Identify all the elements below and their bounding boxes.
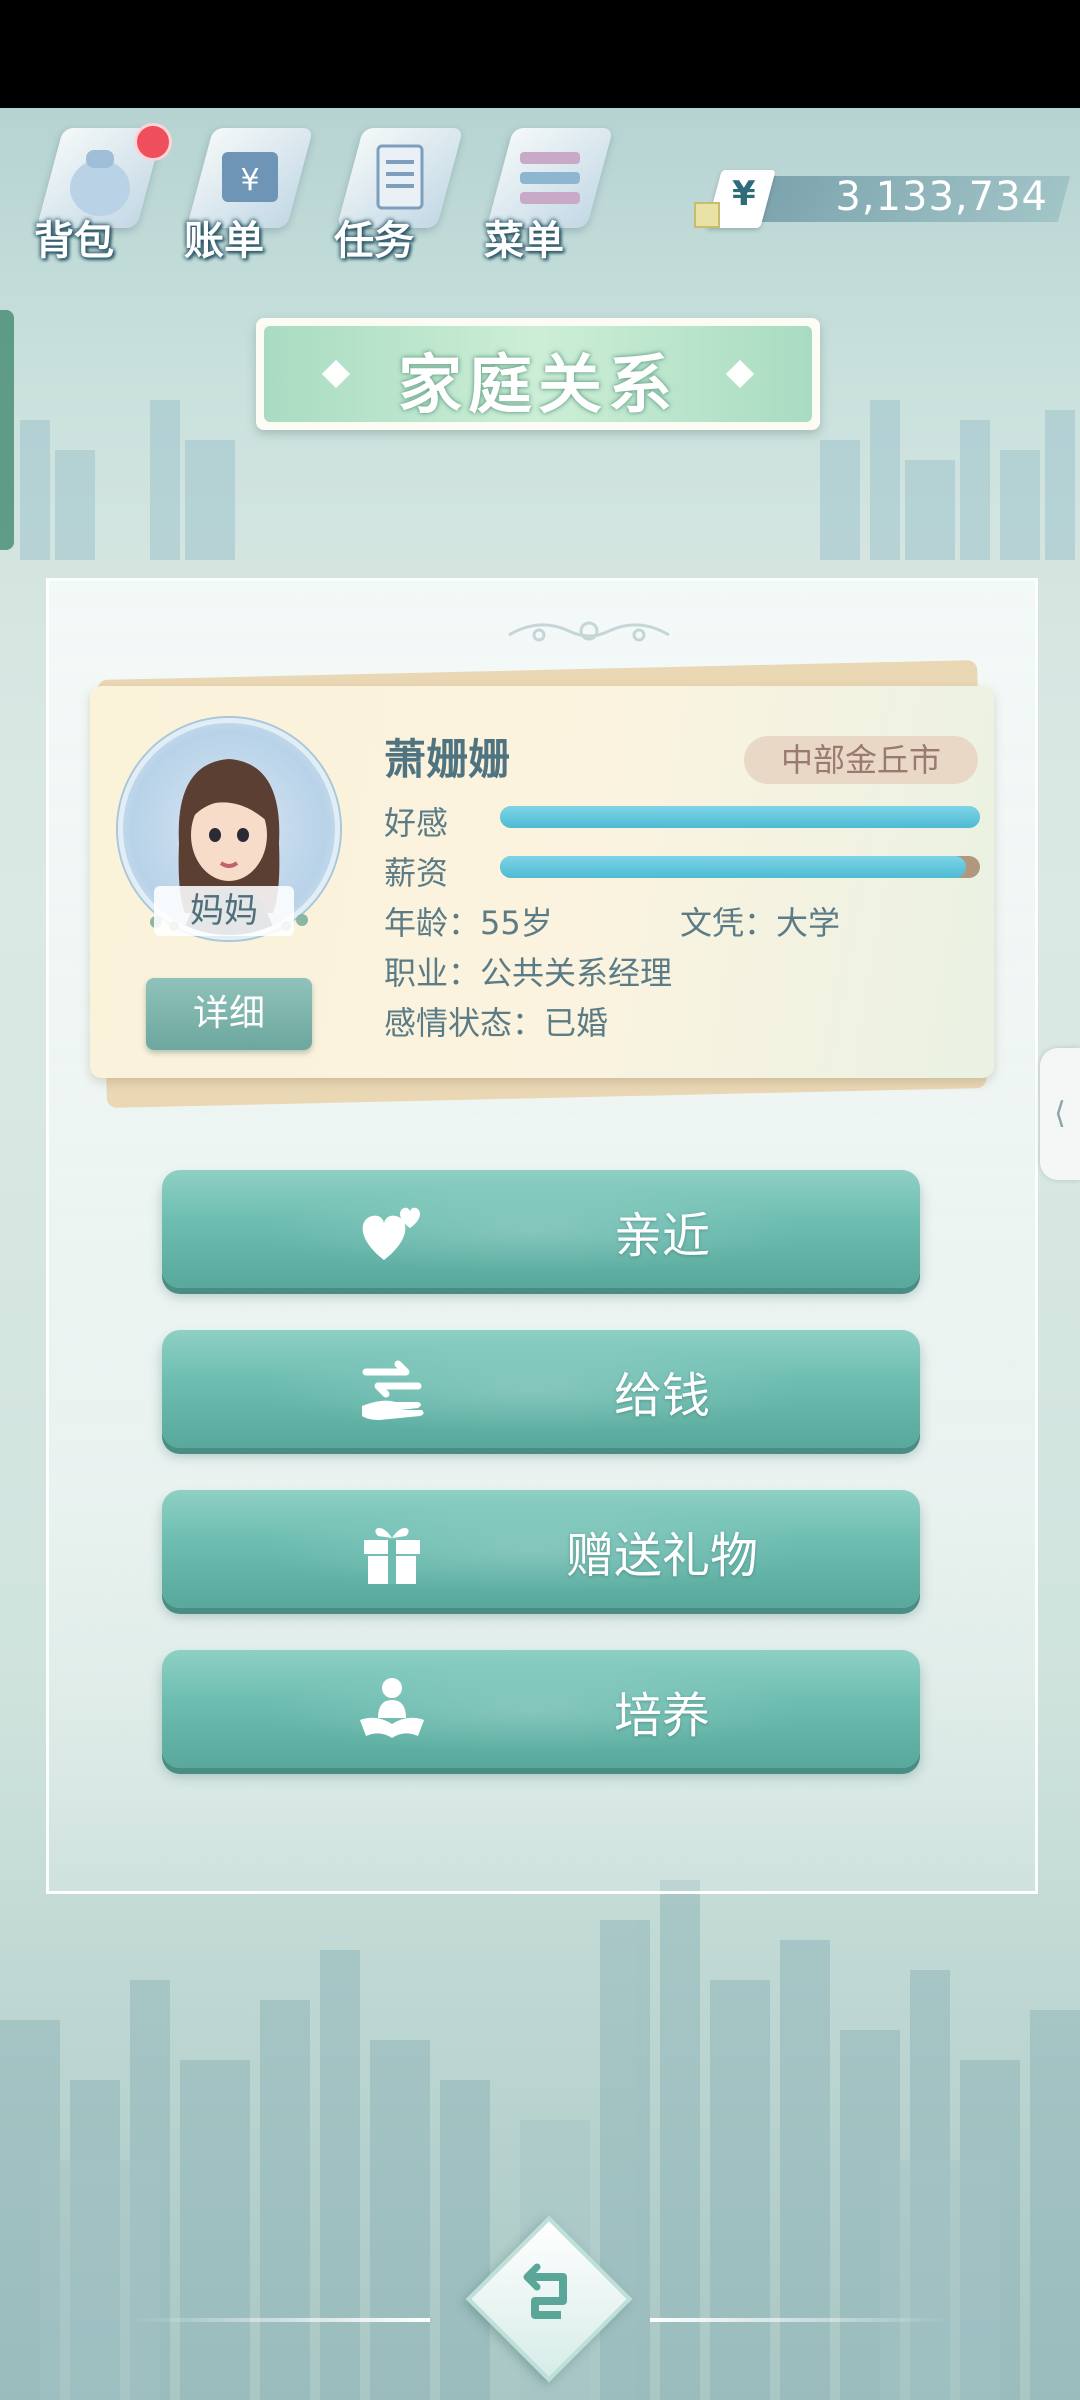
education-text: 文凭：大学 (680, 904, 841, 942)
relationship-status-text: 感情状态：已婚 (384, 1004, 609, 1042)
left-edge-tab[interactable] (0, 310, 14, 550)
send-gift-label: 赠送礼物 (565, 1528, 758, 1584)
nurture-button[interactable]: 培养 (162, 1650, 920, 1768)
role-label: 妈妈 (154, 886, 294, 936)
region-badge: 中部金丘市 (744, 736, 978, 784)
bill-label: 账单 (184, 218, 264, 264)
send-gift-button[interactable]: 赠送礼物 (162, 1490, 920, 1608)
page-title-banner: 家庭关系 (256, 318, 820, 430)
give-money-label: 给钱 (613, 1368, 710, 1424)
get-close-button[interactable]: 亲近 (162, 1170, 920, 1288)
menu-label: 菜单 (484, 218, 564, 264)
yen-icon: ¥ (732, 174, 756, 214)
salary-label: 薪资 (384, 854, 449, 892)
nurture-label: 培养 (613, 1688, 710, 1744)
reading-icon (360, 1678, 424, 1738)
detail-button[interactable]: 详细 (146, 978, 312, 1050)
favor-label: 好感 (384, 804, 449, 842)
task-label: 任务 (334, 218, 414, 264)
money-display: ¥ 3,133,734 (694, 170, 1071, 228)
job-text: 职业：公共关系经理 (384, 954, 673, 992)
get-close-label: 亲近 (613, 1208, 710, 1264)
character-name: 萧姗姗 (384, 735, 511, 784)
salary-bar (500, 856, 980, 878)
return-icon (523, 2263, 567, 2319)
coin-icon (694, 202, 720, 228)
svg-text:¥: ¥ (240, 163, 259, 198)
money-value: 3,133,734 (835, 174, 1048, 220)
status-bar (0, 0, 1080, 108)
favor-bar-fill (500, 806, 980, 828)
profile-card: 妈妈 详细 萧姗姗 中部金丘市 好感 薪资 年龄：55岁 文凭：大学 职业：公共… (90, 686, 994, 1078)
divider-right (650, 2318, 950, 2322)
ornament-icon (508, 621, 670, 642)
age-text: 年龄：55岁 (384, 904, 553, 942)
backpack-label: 背包 (34, 218, 114, 264)
give-money-button[interactable]: 给钱 (162, 1330, 920, 1448)
bill-button[interactable]: ¥ 账单 (180, 120, 314, 270)
divider-left (130, 2318, 430, 2322)
side-drawer-tab[interactable]: ⟨ (1040, 1048, 1080, 1180)
top-bar: 背包 ¥ 账单 任务 菜单 ¥ 3,133,734 (0, 108, 1080, 268)
gift-icon (364, 1527, 420, 1584)
give-money-icon (362, 1360, 424, 1420)
menu-button[interactable]: 菜单 (480, 120, 614, 270)
notification-badge (134, 123, 172, 161)
hearts-icon (362, 1207, 420, 1260)
favor-bar (500, 806, 980, 828)
task-button[interactable]: 任务 (330, 120, 464, 270)
salary-bar-fill (500, 856, 966, 878)
page-title: 家庭关系 (398, 349, 678, 423)
